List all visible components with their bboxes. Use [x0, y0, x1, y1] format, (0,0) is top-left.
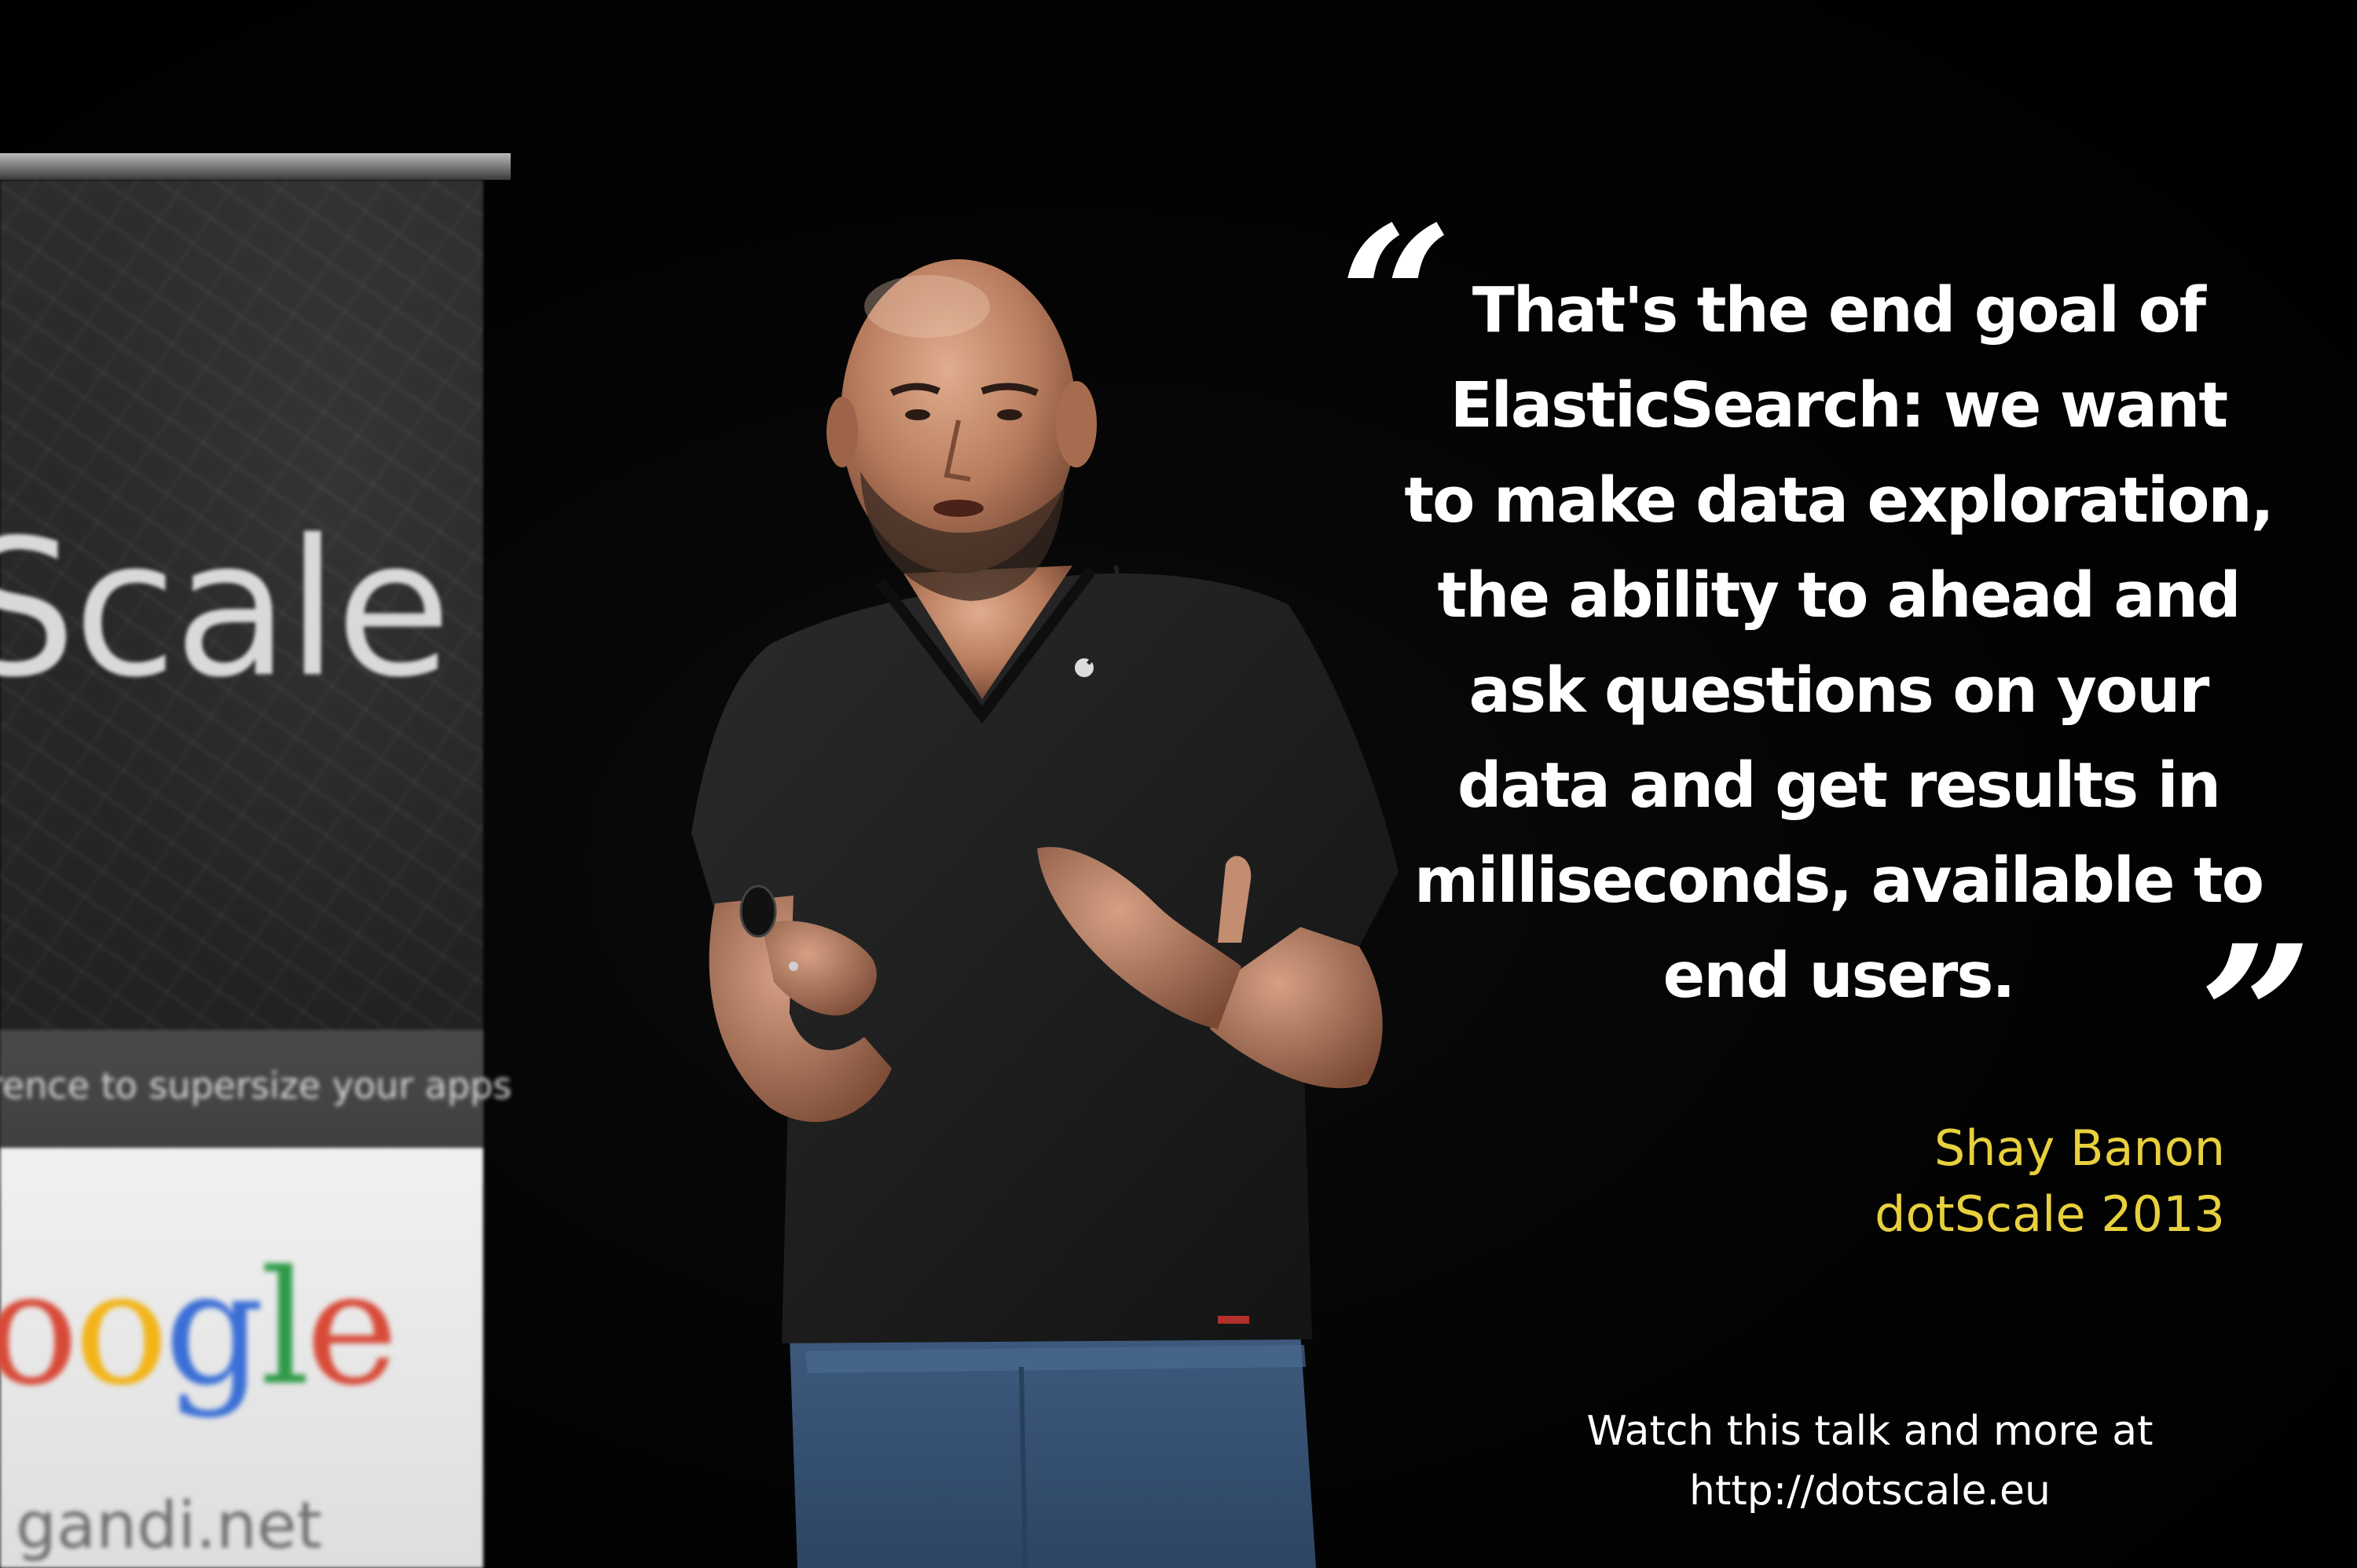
- google-letter: o: [0, 1237, 79, 1420]
- speaker-illustration: [691, 259, 1398, 1568]
- watch-url: http://dotscale.eu: [1689, 1467, 2051, 1515]
- quote-block: That's the end goal of ElasticSearch: we…: [1398, 263, 2278, 1024]
- watch-text: Watch this talk and more at: [1586, 1408, 2154, 1455]
- speaker-figure: [613, 236, 1414, 1568]
- photo-stage: Scale rence to supersize your apps oogle…: [0, 0, 2357, 1568]
- google-letter: o: [74, 1237, 168, 1420]
- watch-more-footer: Watch this talk and more at http://dotsc…: [1571, 1401, 2168, 1521]
- speaker-name: Shay Banon: [1934, 1119, 2225, 1177]
- google-letter: e: [305, 1237, 398, 1420]
- google-logo: oogle: [0, 1237, 398, 1420]
- banner-rod: [0, 153, 511, 180]
- quote-line: That's the end goal of: [1472, 274, 2206, 346]
- google-letter: g: [163, 1237, 265, 1420]
- presenter-clicker: [739, 885, 777, 938]
- quote-line: data and get results in: [1457, 749, 2221, 822]
- close-quote-mark: ”: [2200, 902, 2313, 1133]
- quote-line: ElasticSearch: we want: [1450, 369, 2228, 441]
- attribution: Shay Banon dotScale 2013: [1675, 1116, 2225, 1247]
- banner-title: Scale: [0, 499, 452, 719]
- quote-line: milliseconds, available to: [1414, 844, 2264, 917]
- quote-line: the ability to ahead and: [1437, 559, 2241, 632]
- quote-line: ask questions on your: [1468, 654, 2210, 727]
- event-name: dotScale 2013: [1875, 1185, 2225, 1243]
- quote-line: end users.: [1662, 940, 2016, 1012]
- dotscale-banner: Scale rence to supersize your apps oogle…: [0, 153, 511, 1568]
- quote-line: to make data exploration,: [1404, 464, 2274, 537]
- banner-sponsor: gandi.net: [16, 1489, 322, 1563]
- banner-tagline: rence to supersize your apps: [0, 1064, 512, 1107]
- google-letter: l: [259, 1237, 310, 1420]
